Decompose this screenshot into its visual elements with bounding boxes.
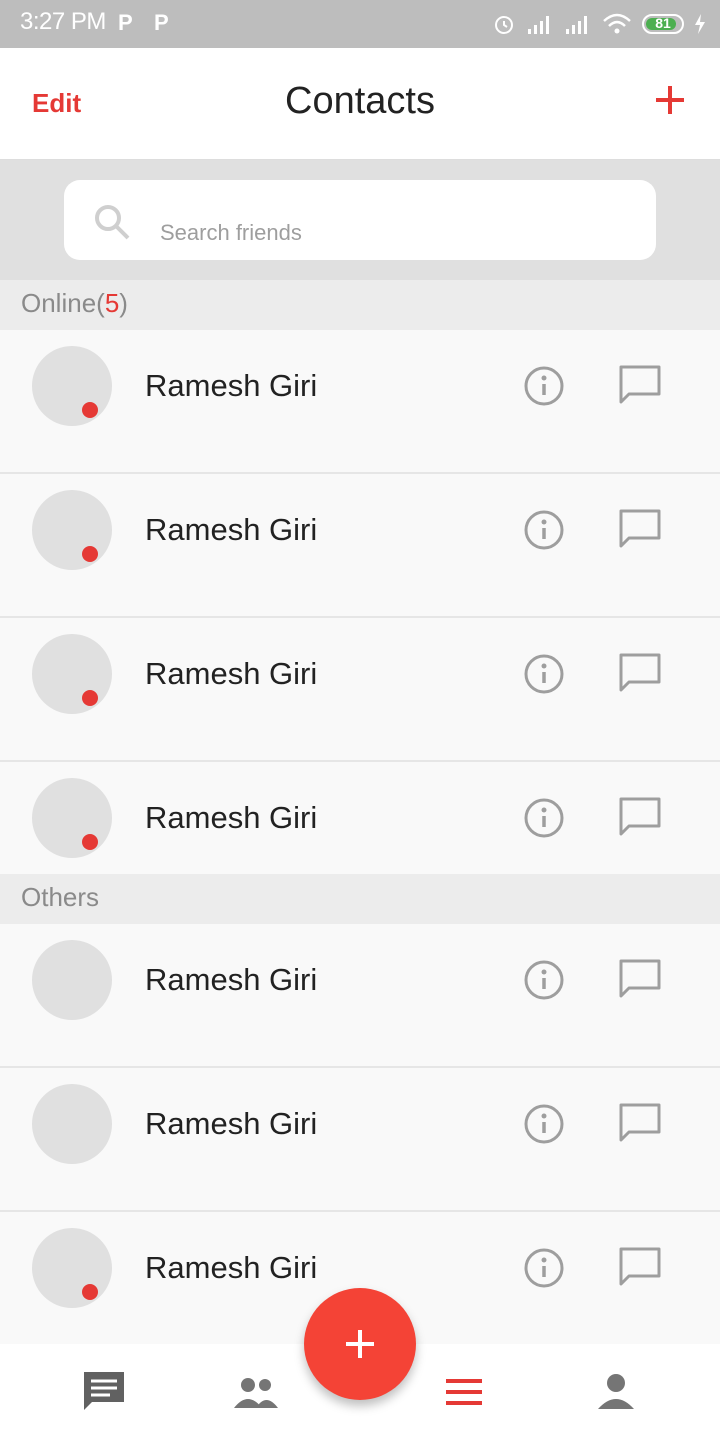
plus-icon xyxy=(346,1330,374,1358)
page-title: Contacts xyxy=(285,80,435,122)
online-status-dot xyxy=(82,1284,98,1300)
section-header-online: Online(5) xyxy=(0,280,720,330)
contact-row[interactable]: Ramesh Giri xyxy=(0,762,720,890)
avatar[interactable] xyxy=(32,634,112,714)
status-bar: 3:27 PM P P 81 xyxy=(0,0,720,48)
search-input[interactable]: Search friends xyxy=(64,180,656,260)
message-icon[interactable] xyxy=(618,796,662,840)
contact-name: Ramesh Giri xyxy=(145,656,318,691)
contact-name: Ramesh Giri xyxy=(145,962,318,997)
charging-icon xyxy=(695,14,705,34)
contact-name: Ramesh Giri xyxy=(145,800,318,835)
add-contact-button[interactable] xyxy=(650,80,690,120)
add-fab-button[interactable] xyxy=(304,1288,416,1400)
online-status-dot xyxy=(82,402,98,418)
signal-icon xyxy=(566,16,587,34)
section-label: Others xyxy=(21,882,100,912)
notification-p-icon: P xyxy=(118,10,133,35)
contact-name: Ramesh Giri xyxy=(145,1250,318,1285)
info-icon[interactable] xyxy=(522,1102,566,1146)
avatar[interactable] xyxy=(32,346,112,426)
avatar[interactable] xyxy=(32,1084,112,1164)
message-icon[interactable] xyxy=(618,958,662,1002)
contact-name: Ramesh Giri xyxy=(145,368,318,403)
app-header: Edit Contacts xyxy=(0,48,720,160)
wifi-icon xyxy=(603,13,631,34)
info-icon[interactable] xyxy=(522,796,566,840)
info-icon[interactable] xyxy=(522,364,566,408)
online-status-dot xyxy=(82,690,98,706)
notification-p-icon: P xyxy=(154,10,169,35)
online-status-dot xyxy=(82,834,98,850)
avatar[interactable] xyxy=(32,490,112,570)
section-paren: ( xyxy=(96,288,105,318)
menu-icon[interactable] xyxy=(445,1378,483,1406)
group-icon[interactable] xyxy=(232,1374,280,1410)
search-placeholder: Search friends xyxy=(160,220,302,245)
avatar[interactable] xyxy=(32,940,112,1020)
message-icon[interactable] xyxy=(618,652,662,696)
contact-name: Ramesh Giri xyxy=(145,512,318,547)
contact-name: Ramesh Giri xyxy=(145,1106,318,1141)
section-header-others: Others xyxy=(0,874,720,924)
online-count: 5 xyxy=(104,288,120,318)
online-status-dot xyxy=(82,546,98,562)
message-icon[interactable] xyxy=(618,508,662,552)
message-icon[interactable] xyxy=(618,1246,662,1290)
section-paren: ) xyxy=(119,288,128,318)
avatar[interactable] xyxy=(32,1228,112,1308)
info-icon[interactable] xyxy=(522,508,566,552)
chat-icon[interactable] xyxy=(80,1368,128,1414)
contact-row[interactable]: Ramesh Giri xyxy=(0,330,720,474)
battery-icon: 81 xyxy=(642,14,684,34)
search-area: Search friends xyxy=(0,160,720,280)
info-icon[interactable] xyxy=(522,1246,566,1290)
signal-icon xyxy=(528,16,549,34)
status-time: 3:27 PM xyxy=(20,8,106,35)
person-icon[interactable] xyxy=(597,1372,635,1410)
info-icon[interactable] xyxy=(522,652,566,696)
contact-row[interactable]: Ramesh Giri xyxy=(0,474,720,618)
alarm-icon xyxy=(495,16,513,34)
avatar[interactable] xyxy=(32,778,112,858)
battery-level: 81 xyxy=(655,15,671,31)
contact-row[interactable]: Ramesh Giri xyxy=(0,924,720,1068)
message-icon[interactable] xyxy=(618,1102,662,1146)
contact-row[interactable]: Ramesh Giri xyxy=(0,1068,720,1212)
info-icon[interactable] xyxy=(522,958,566,1002)
contact-row[interactable]: Ramesh Giri xyxy=(0,618,720,762)
search-icon xyxy=(95,205,130,240)
section-label: Online xyxy=(21,288,97,318)
message-icon[interactable] xyxy=(618,364,662,408)
